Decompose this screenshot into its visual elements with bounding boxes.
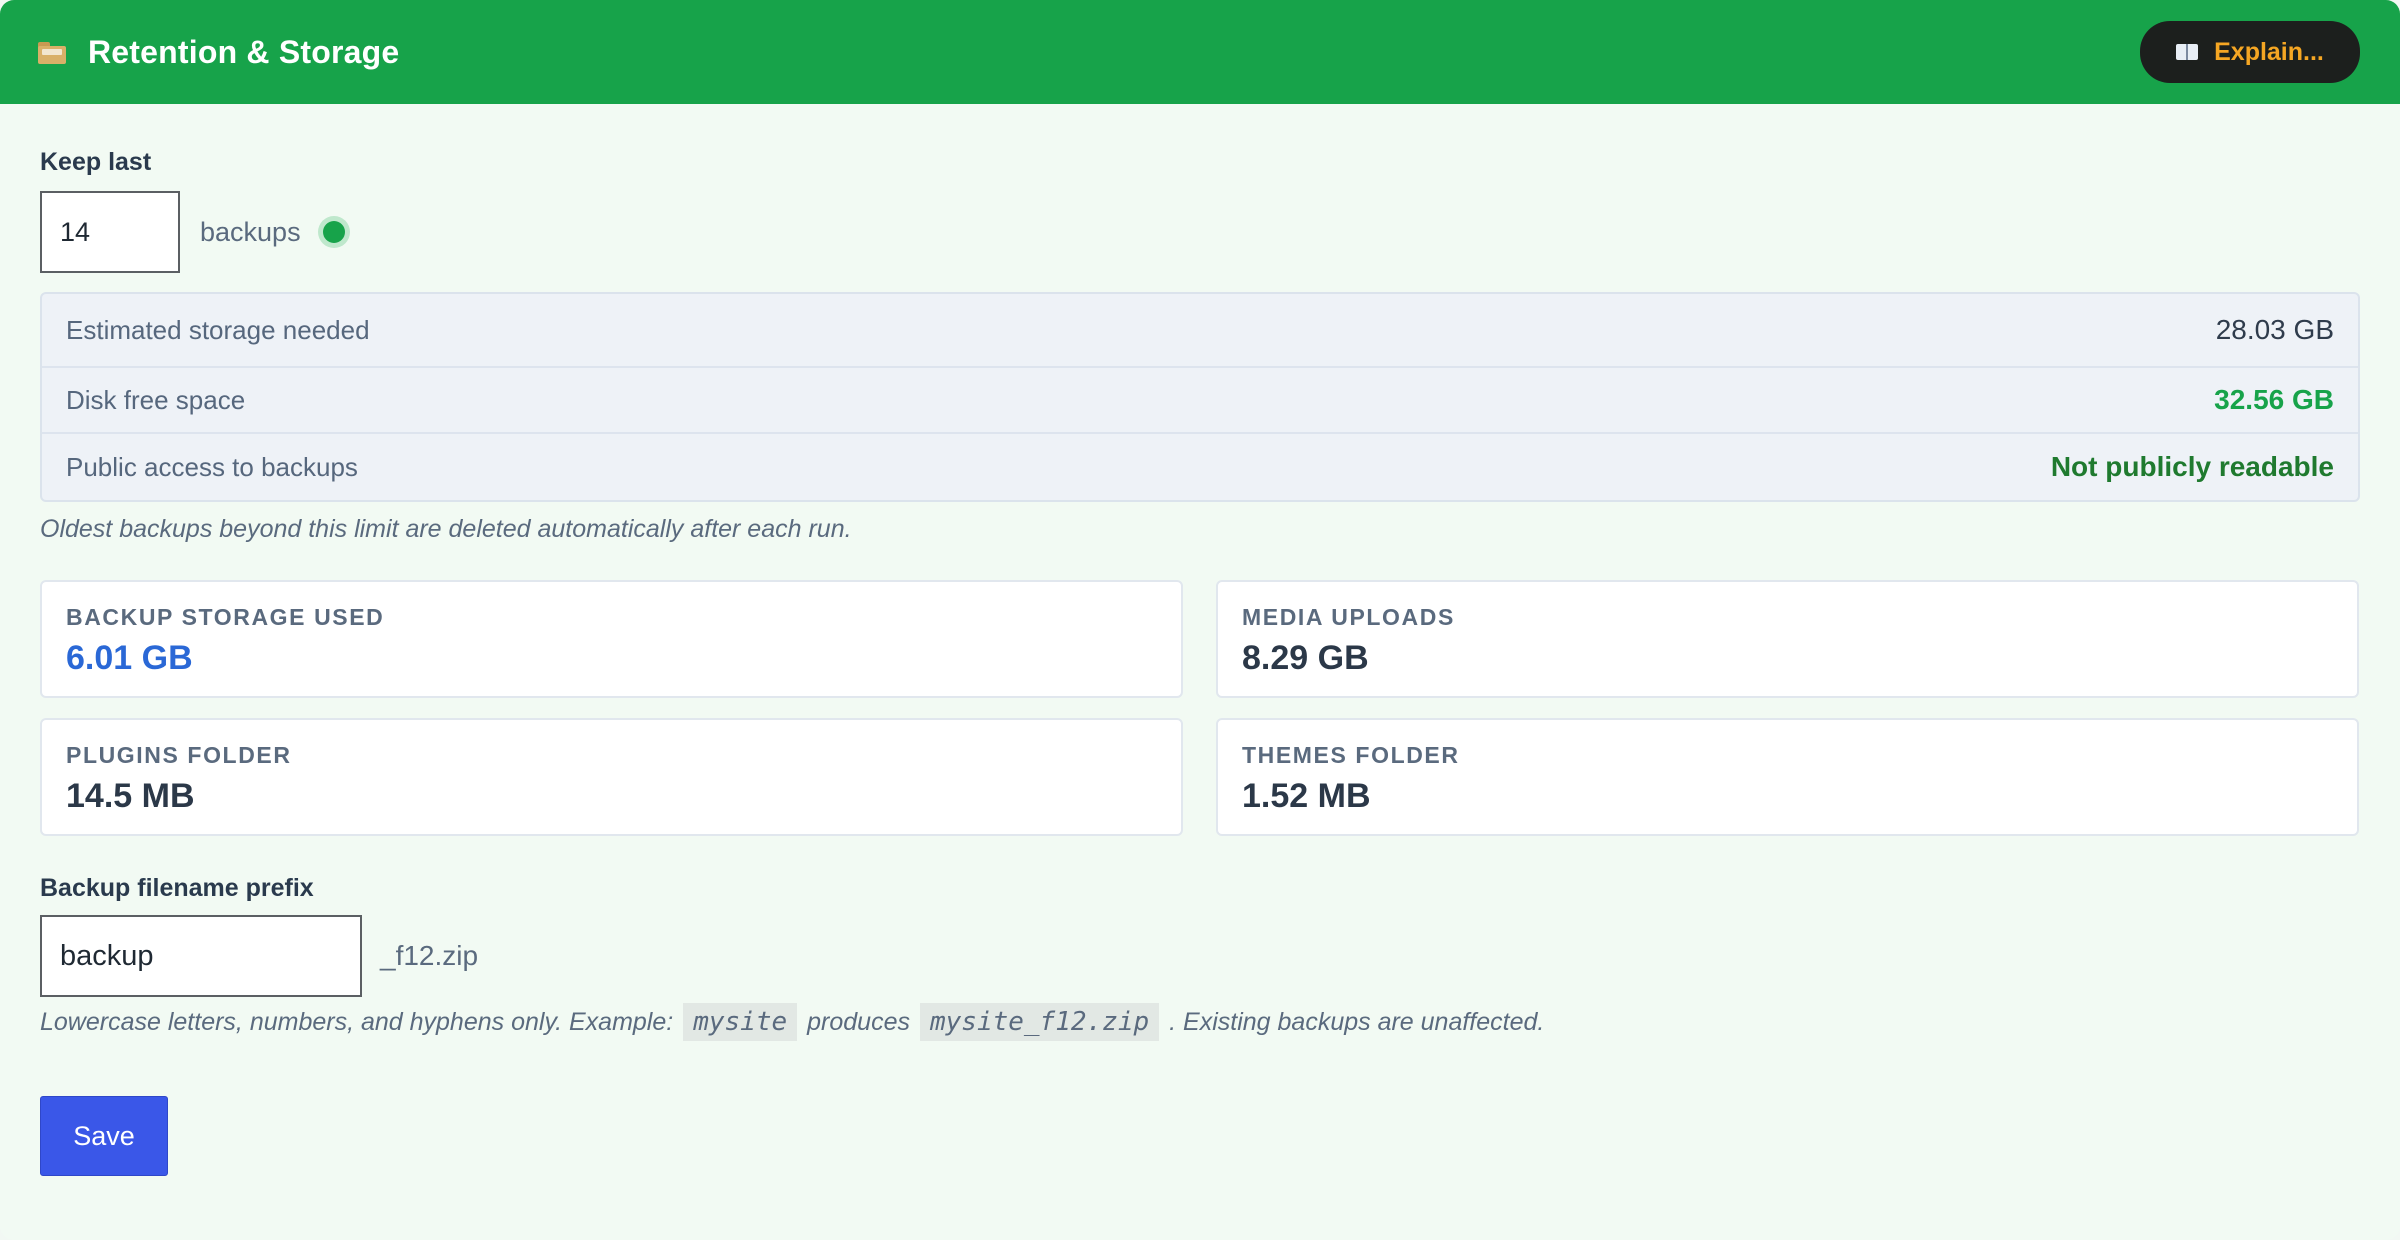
example-output-code: mysite_f12.zip <box>919 1003 1160 1041</box>
explain-button[interactable]: Explain... <box>2140 21 2360 83</box>
book-icon <box>2176 44 2199 60</box>
backups-unit-label: backups <box>200 216 301 247</box>
stat-card-backup-storage: BACKUP STORAGE USED 6.01 GB <box>40 580 1183 698</box>
stat-card-themes-folder: THEMES FOLDER 1.52 MB <box>1216 718 2359 836</box>
panel-header: Retention & Storage Explain... <box>0 0 2400 104</box>
stat-label: MEDIA UPLOADS <box>1242 604 1455 630</box>
stat-card-plugins-folder: PLUGINS FOLDER 14.5 MB <box>40 718 1183 836</box>
info-row-public-access: Public access to backups Not publicly re… <box>42 434 2358 500</box>
save-button[interactable]: Save <box>40 1096 168 1176</box>
hint-text: . Existing backups are unaffected. <box>1169 1007 1545 1036</box>
prefix-suffix: _f12.zip <box>380 940 479 971</box>
info-label: Estimated storage needed <box>66 314 370 345</box>
info-label: Disk free space <box>66 384 246 415</box>
example-input-code: mysite <box>683 1003 798 1041</box>
keep-last-input[interactable] <box>40 191 180 273</box>
status-ok-indicator <box>322 221 345 243</box>
info-label: Public access to backups <box>66 451 358 482</box>
stat-value: 8.29 GB <box>1242 639 1369 677</box>
folder-icon <box>38 42 66 64</box>
storage-info-box: Estimated storage needed 28.03 GB Disk f… <box>40 292 2360 502</box>
panel-title: Retention & Storage <box>88 33 400 70</box>
retention-storage-panel: Retention & Storage Explain... Keep last… <box>0 0 2400 1240</box>
explain-label: Explain... <box>2214 37 2324 66</box>
prefix-input[interactable] <box>40 915 362 997</box>
info-value: Not publicly readable <box>2050 451 2334 482</box>
hint-text: Lowercase letters, numbers, and hyphens … <box>40 1007 674 1036</box>
info-value: 28.03 GB <box>2215 314 2334 345</box>
keep-last-label: Keep last <box>40 148 152 176</box>
keep-last-row: backups <box>40 191 345 273</box>
stat-card-media-uploads: MEDIA UPLOADS 8.29 GB <box>1216 580 2359 698</box>
title-wrap: Retention & Storage <box>38 34 399 71</box>
info-row-estimated-storage: Estimated storage needed 28.03 GB <box>42 294 2358 368</box>
info-value: 32.56 GB <box>2214 384 2334 415</box>
stat-value: 6.01 GB <box>66 639 193 677</box>
stat-value: 1.52 MB <box>1242 777 1371 815</box>
prefix-hint: Lowercase letters, numbers, and hyphens … <box>40 1003 1544 1041</box>
stat-label: BACKUP STORAGE USED <box>66 604 385 630</box>
retention-hint: Oldest backups beyond this limit are del… <box>40 515 852 543</box>
prefix-row: _f12.zip <box>40 915 478 997</box>
stat-value: 14.5 MB <box>66 777 195 815</box>
stat-label: THEMES FOLDER <box>1242 742 1460 768</box>
stat-label: PLUGINS FOLDER <box>66 742 292 768</box>
prefix-label: Backup filename prefix <box>40 874 314 902</box>
info-row-disk-free: Disk free space 32.56 GB <box>42 368 2358 434</box>
hint-text: produces <box>807 1007 910 1036</box>
